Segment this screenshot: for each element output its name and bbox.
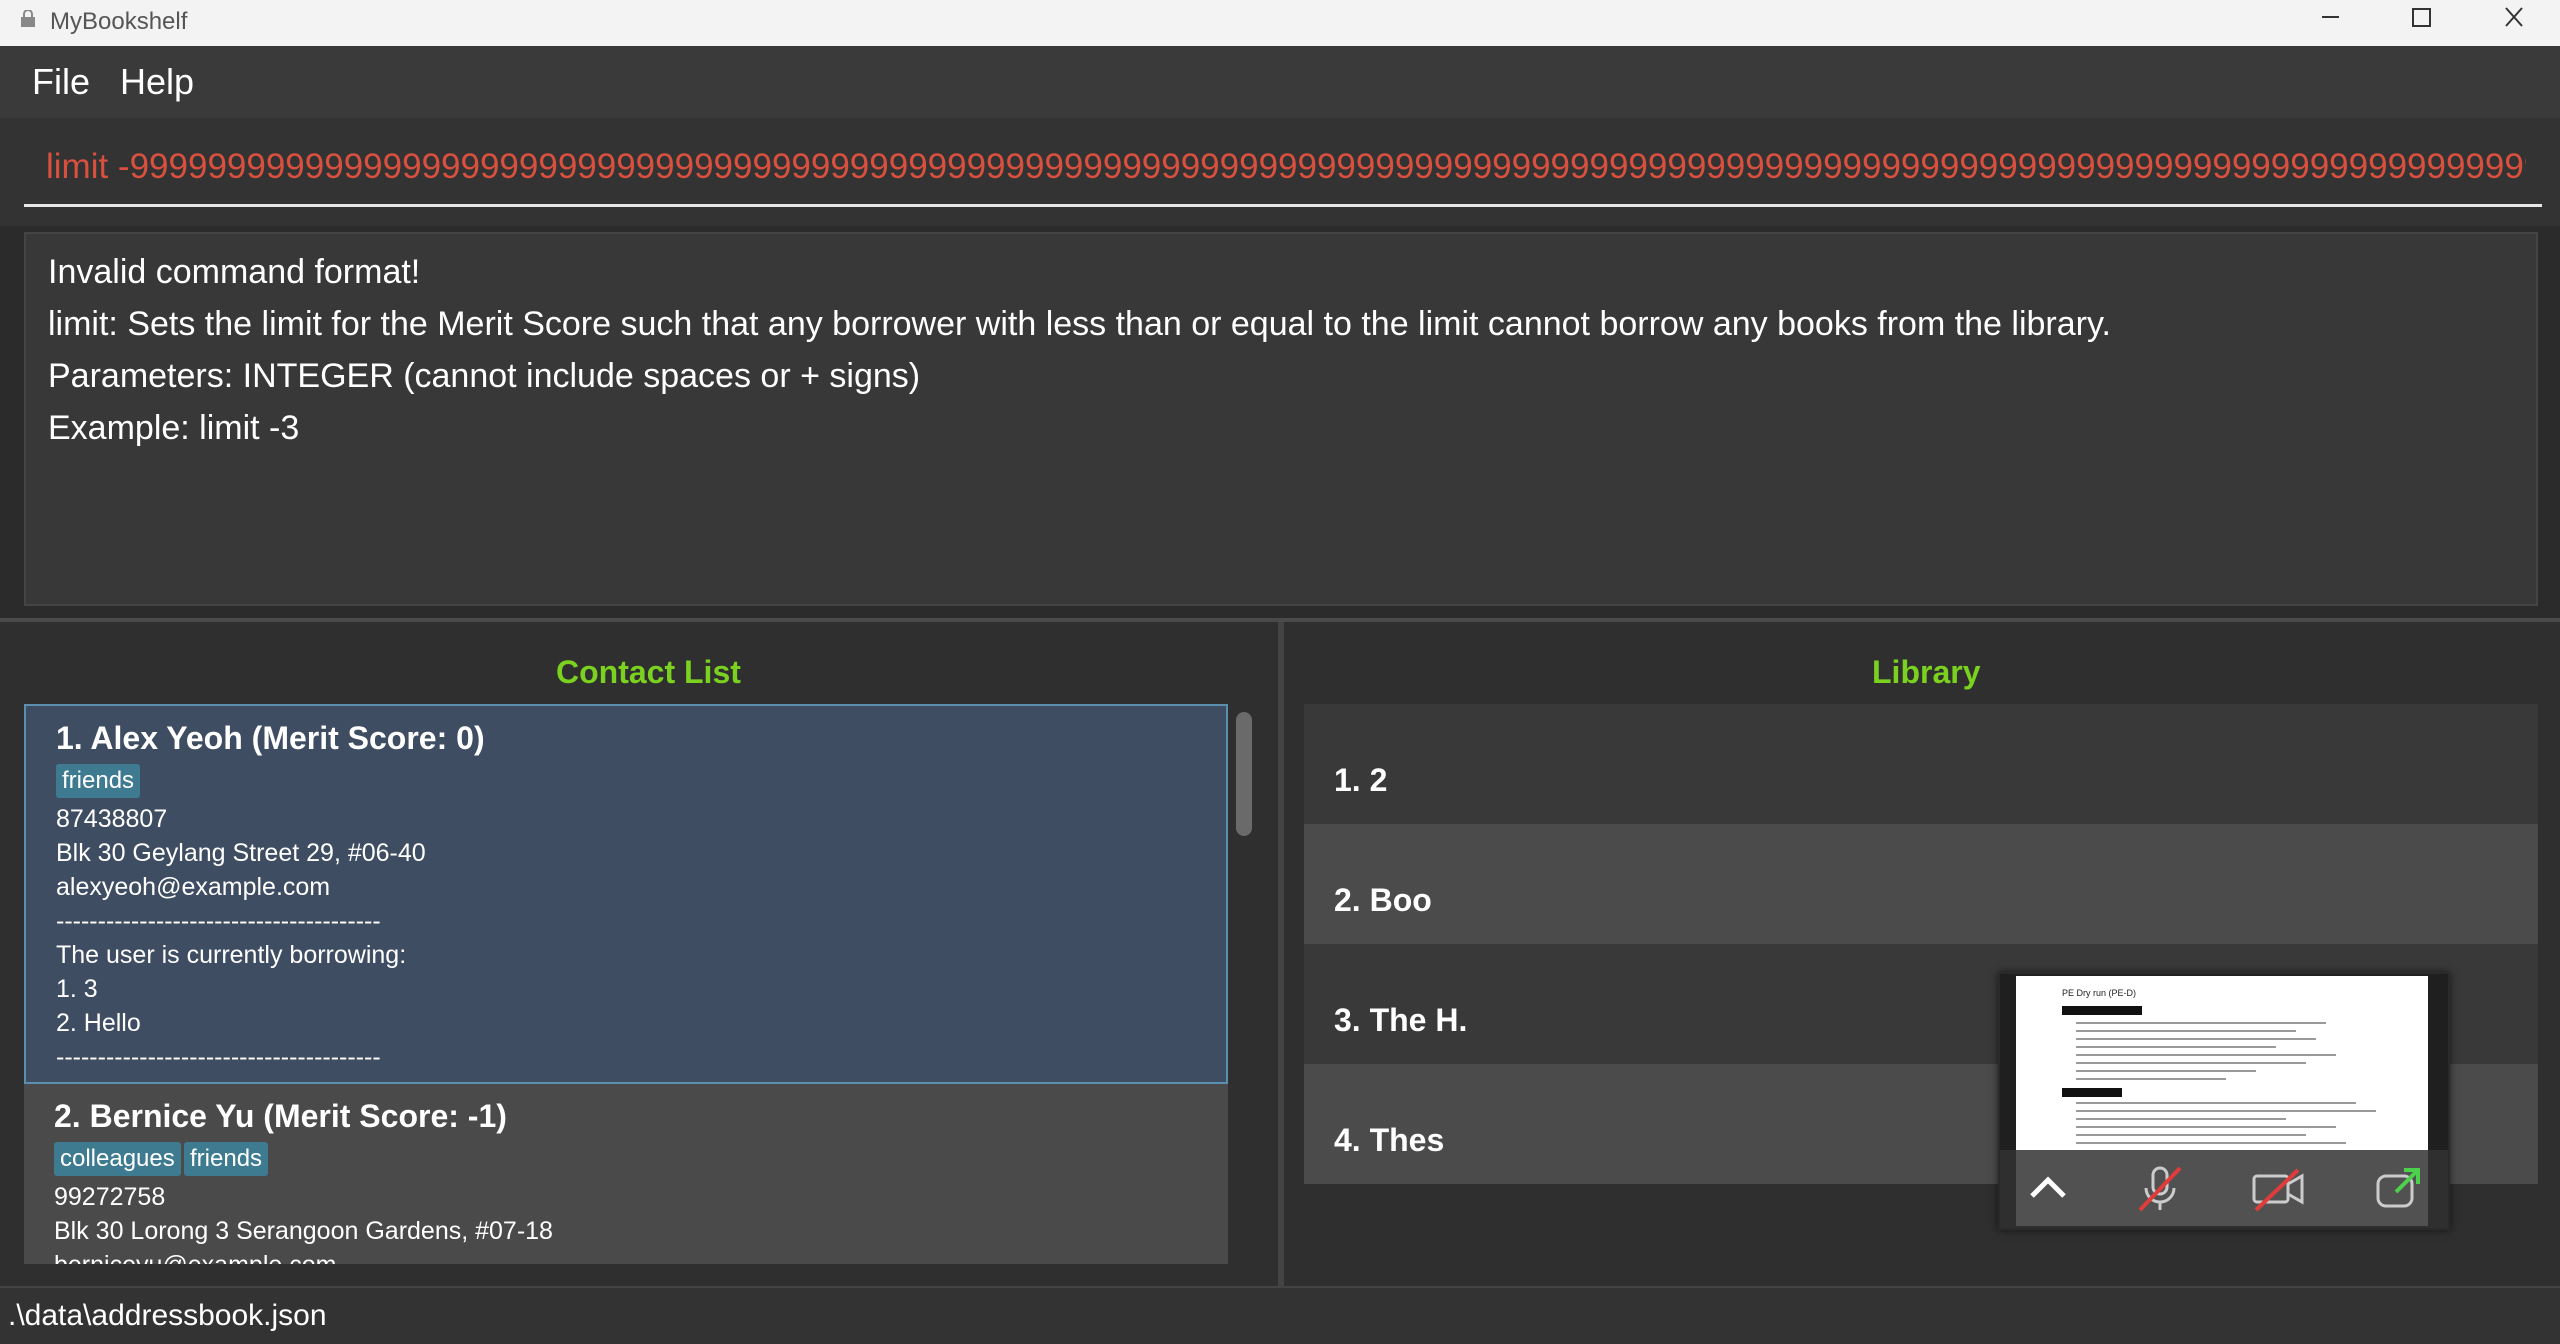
result-line: Example: limit -3: [48, 409, 300, 447]
contact-list[interactable]: 1. Alex Yeoh (Merit Score: 0) friends 87…: [24, 704, 1228, 1264]
borrowed-item: 2. Hello: [56, 1009, 141, 1037]
result-line: limit: Sets the limit for the Merit Scor…: [48, 305, 2111, 343]
tag: friends: [56, 764, 141, 798]
contact-name: 2. Bernice Yu (Merit Score: -1): [54, 1098, 507, 1134]
doc-title: PE Dry run (PE-D): [2062, 988, 2137, 998]
contact-card[interactable]: 2. Bernice Yu (Merit Score: -1) colleagu…: [24, 1084, 1228, 1264]
scrollbar-thumb[interactable]: [1236, 712, 1252, 836]
share-icon[interactable]: [2370, 1162, 2426, 1214]
menu-file[interactable]: File: [32, 62, 90, 102]
title-bar: MyBookshelf: [0, 0, 2560, 46]
tag: colleagues: [54, 1142, 181, 1176]
command-underline: [24, 204, 2542, 207]
contact-phone: 99272758: [54, 1183, 166, 1211]
microphone-muted-icon[interactable]: [2132, 1162, 2188, 1214]
close-button[interactable]: [2468, 0, 2560, 46]
close-icon: [2505, 7, 2523, 27]
video-off-icon[interactable]: [2250, 1162, 2306, 1214]
book-label: 3. The H.: [1334, 1002, 1468, 1038]
minimize-button[interactable]: [2284, 0, 2376, 46]
contact-address: Blk 30 Geylang Street 29, #06-40: [56, 839, 426, 867]
book-label: 4. Thes: [1334, 1122, 1445, 1158]
command-box: limit -999999999999999999999999999999999…: [0, 118, 2560, 226]
library-item[interactable]: 2. Boo: [1304, 824, 2538, 944]
contact-list-title: Contact List: [556, 654, 741, 690]
divider-text: ---------------------------------------: [56, 1043, 381, 1071]
contact-list-panel: Contact List 1. Alex Yeoh (Merit Score: …: [0, 622, 1278, 1286]
borrowed-item: 1. 3: [56, 975, 98, 1003]
maximize-button[interactable]: [2376, 0, 2468, 46]
contact-name: 1. Alex Yeoh (Merit Score: 0): [56, 720, 485, 756]
menu-help[interactable]: Help: [120, 62, 194, 102]
maximize-icon: [2412, 8, 2431, 27]
book-label: 1. 2: [1334, 762, 1388, 798]
tag: friends: [184, 1142, 269, 1176]
command-input[interactable]: limit -999999999999999999999999999999999…: [46, 142, 2526, 192]
result-line: Invalid command format!: [48, 253, 421, 291]
chevron-up-icon[interactable]: [2020, 1162, 2076, 1214]
minimize-icon: [2322, 16, 2339, 18]
app-icon: [21, 10, 35, 27]
contact-email: berniceyu@example.com: [54, 1248, 336, 1264]
divider-text: ---------------------------------------: [56, 907, 381, 935]
borrow-header: The user is currently borrowing:: [56, 941, 407, 969]
contact-address: Blk 30 Lorong 3 Serangoon Gardens, #07-1…: [54, 1217, 553, 1245]
menu-bar: File Help: [0, 46, 2560, 118]
result-line: Parameters: INTEGER (cannot include spac…: [48, 357, 921, 395]
result-display[interactable]: Invalid command format! limit: Sets the …: [24, 232, 2538, 606]
library-item[interactable]: 1. 2: [1304, 704, 2538, 824]
contact-phone: 87438807: [56, 805, 168, 833]
book-label: 2. Boo: [1334, 882, 1432, 918]
library-title: Library: [1872, 654, 1981, 690]
contact-card[interactable]: 1. Alex Yeoh (Merit Score: 0) friends 87…: [24, 704, 1228, 1084]
file-path: .\data\addressbook.json: [8, 1299, 327, 1332]
contact-email: alexyeoh@example.com: [56, 873, 331, 901]
status-bar: .\data\addressbook.json: [0, 1286, 2560, 1344]
meeting-share-overlay[interactable]: PE Dry run (PE-D): [1998, 972, 2450, 1230]
meeting-controls: [2000, 1150, 2448, 1228]
window-title: MyBookshelf: [50, 8, 188, 35]
